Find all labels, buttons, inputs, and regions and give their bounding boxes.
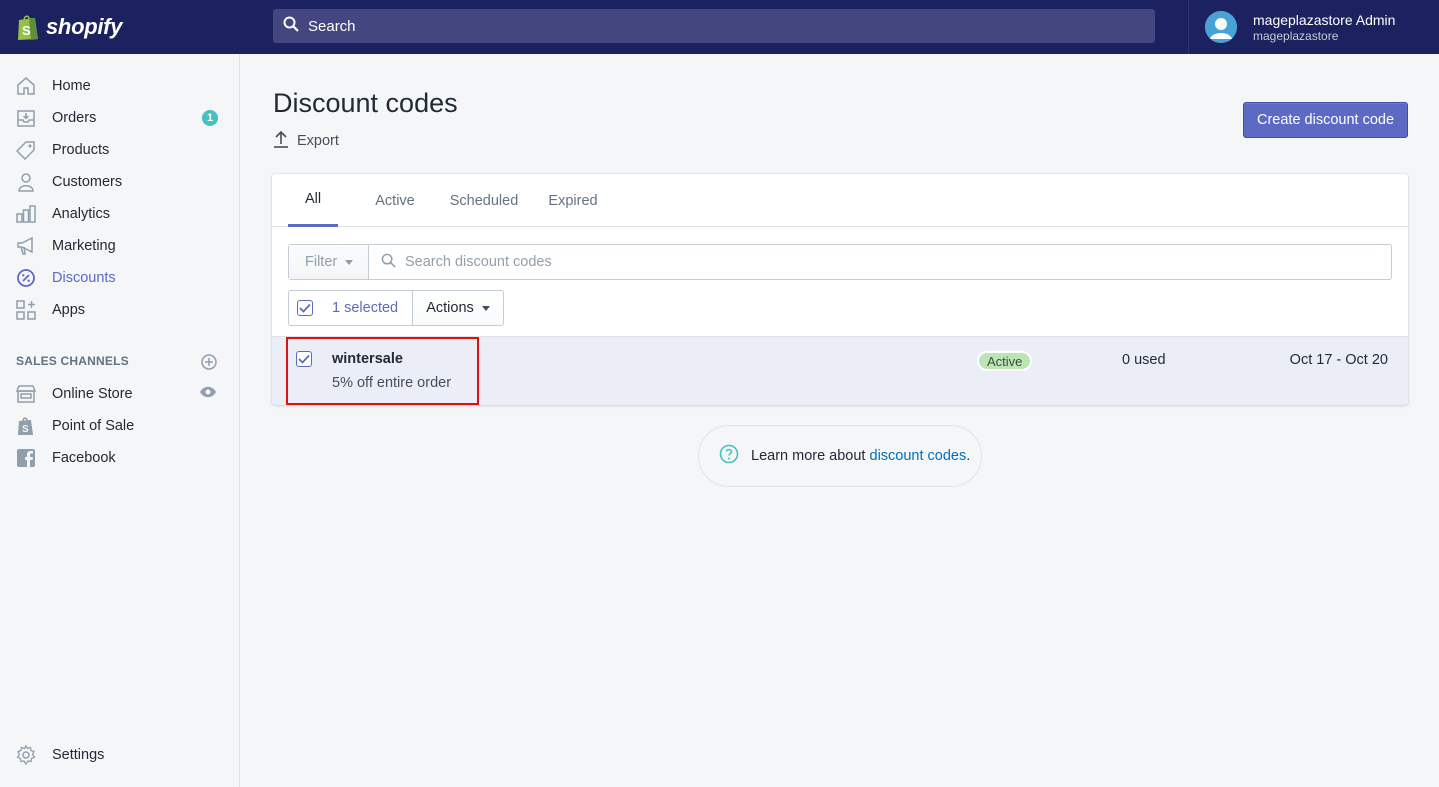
search-icon	[283, 16, 299, 37]
tab-expired[interactable]: Expired	[543, 174, 603, 227]
tag-icon	[16, 140, 36, 160]
sidebar-item-label: Marketing	[52, 238, 116, 254]
svg-text:S: S	[22, 23, 31, 38]
sidebar-item-products[interactable]: Products	[0, 134, 239, 166]
select-all-checkbox[interactable]	[297, 300, 313, 316]
add-channel-icon[interactable]	[200, 353, 218, 371]
status-badge: Active	[977, 351, 1033, 371]
svg-text:S: S	[22, 424, 29, 435]
filter-bar: Filter Search discount codes	[288, 244, 1392, 280]
brand-name: shopify	[46, 14, 123, 39]
selected-count: 1 selected	[332, 300, 399, 316]
avatar	[1205, 11, 1237, 43]
tab-scheduled[interactable]: Scheduled	[445, 174, 523, 227]
sidebar-item-label: Discounts	[52, 270, 116, 286]
person-icon	[16, 172, 36, 192]
usage-count: 0 used	[1122, 352, 1166, 368]
filter-dropdown[interactable]: Filter	[289, 245, 369, 279]
sidebar-item-label: Orders	[52, 110, 97, 126]
sidebar-item-label: Home	[52, 78, 91, 94]
global-search[interactable]: Search	[273, 9, 1155, 43]
help-footer: Learn more about discount codes.	[698, 425, 982, 487]
store-icon	[16, 384, 36, 404]
bulk-actions: 1 selected Actions	[288, 290, 504, 326]
orders-icon	[16, 108, 36, 128]
sidebar-item-marketing[interactable]: Marketing	[0, 230, 239, 262]
help-suffix: .	[966, 448, 971, 464]
discount-search-input[interactable]: Search discount codes	[369, 245, 1389, 279]
sales-channels-heading: SALES CHANNELS	[16, 354, 129, 368]
sidebar-item-label: Point of Sale	[52, 418, 135, 434]
facebook-icon	[16, 448, 36, 468]
export-icon	[273, 130, 289, 152]
sidebar-item-customers[interactable]: Customers	[0, 166, 239, 198]
caret-down-icon	[481, 305, 490, 311]
sidebar-item-label: Online Store	[52, 386, 133, 402]
sidebar-item-discounts[interactable]: Discounts	[0, 262, 239, 294]
sidebar: Home Orders 1 Products Customers Analyti…	[0, 54, 240, 787]
sidebar-item-label: Analytics	[52, 206, 111, 222]
shopify-logo[interactable]: S shopify	[0, 0, 240, 54]
sidebar-item-label: Settings	[52, 747, 105, 763]
home-icon	[16, 76, 36, 96]
user-menu[interactable]: mageplazastore Admin mageplazastore	[1188, 0, 1439, 54]
sidebar-item-label: Apps	[52, 302, 86, 318]
create-discount-button[interactable]: Create discount code	[1243, 102, 1408, 138]
help-icon	[719, 444, 739, 468]
caret-down-icon	[345, 259, 354, 265]
sidebar-item-orders[interactable]: Orders 1	[0, 102, 239, 134]
eye-icon[interactable]	[199, 385, 217, 403]
sidebar-item-apps[interactable]: Apps	[0, 294, 239, 326]
highlight-box	[286, 337, 479, 405]
shopify-bag-icon: S	[16, 13, 40, 41]
filter-label: Filter	[305, 254, 338, 270]
sidebar-item-settings[interactable]: Settings	[0, 739, 239, 771]
select-all-control[interactable]: 1 selected	[288, 290, 413, 326]
actions-dropdown[interactable]: Actions	[413, 290, 504, 326]
user-name: mageplazastore Admin	[1253, 11, 1396, 28]
discount-codes-link[interactable]: discount codes	[870, 448, 967, 464]
sidebar-item-point-of-sale[interactable]: S Point of Sale	[0, 410, 239, 442]
pos-bag-icon: S	[16, 416, 36, 436]
megaphone-icon	[16, 236, 36, 256]
sidebar-item-online-store[interactable]: Online Store	[0, 378, 239, 410]
search-placeholder: Search	[308, 17, 356, 35]
tab-active[interactable]: Active	[368, 174, 422, 227]
orders-count-badge: 1	[202, 110, 218, 126]
search-icon	[381, 253, 396, 272]
apps-icon	[16, 300, 36, 320]
discount-icon	[16, 268, 36, 288]
page-title: Discount codes	[273, 88, 458, 118]
export-button[interactable]: Export	[273, 130, 339, 152]
tab-all[interactable]: All	[288, 174, 338, 227]
sidebar-item-label: Products	[52, 142, 110, 158]
help-text: Learn more about	[751, 448, 870, 464]
sidebar-item-label: Facebook	[52, 450, 116, 466]
sidebar-item-home[interactable]: Home	[0, 70, 239, 102]
sidebar-item-analytics[interactable]: Analytics	[0, 198, 239, 230]
date-range: Oct 17 - Oct 20	[1289, 352, 1388, 368]
sidebar-item-facebook[interactable]: Facebook	[0, 442, 239, 474]
top-bar: S shopify Search mageplazastore Admin ma…	[0, 0, 1439, 54]
bar-chart-icon	[16, 204, 36, 224]
store-name: mageplazastore	[1253, 28, 1339, 43]
export-label: Export	[297, 133, 339, 149]
gear-icon	[16, 745, 36, 765]
search-placeholder: Search discount codes	[405, 254, 552, 270]
tab-bar: All Active Scheduled Expired	[272, 174, 1408, 227]
actions-label: Actions	[426, 300, 474, 316]
sidebar-item-label: Customers	[52, 174, 123, 190]
